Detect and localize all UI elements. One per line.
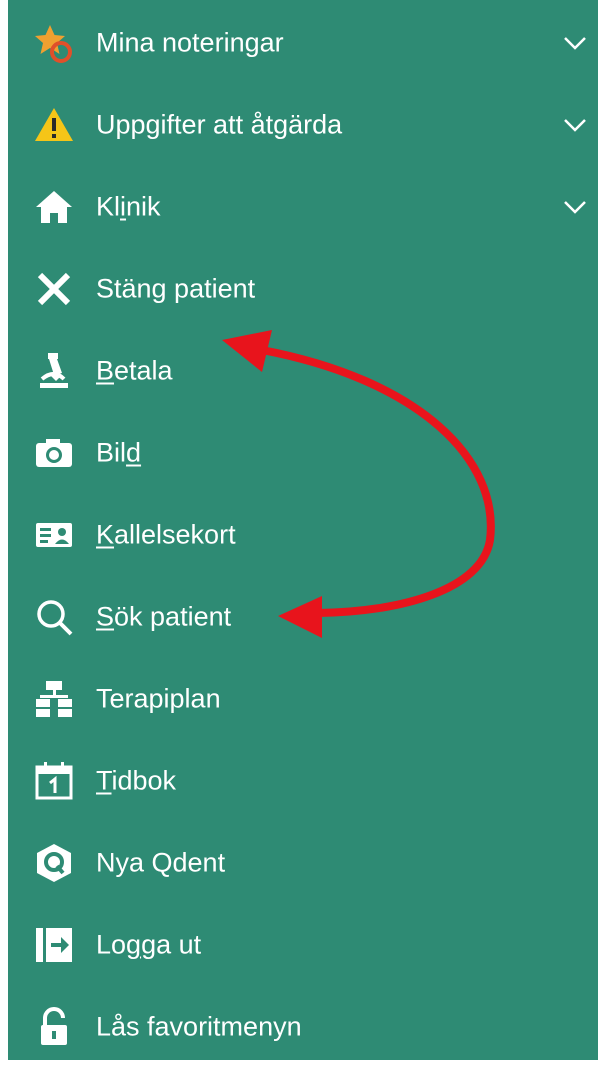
chevron-down-icon[interactable] [560,28,590,58]
home-icon [32,185,76,229]
menu-item-las-favoritmenyn[interactable]: Lås favoritmenyn [8,986,598,1068]
menu-label: Sök patient [96,601,232,632]
menu-label: Betala [96,355,173,386]
menu-item-sok-patient[interactable]: Sök patient [8,576,598,658]
menu-item-stang-patient[interactable]: Stäng patient [8,248,598,330]
menu-label: Kallelsekort [96,519,236,550]
menu-item-bild[interactable]: Bild [8,412,598,494]
menu-item-logga-ut[interactable]: Logga ut [8,904,598,986]
menu-item-uppgifter[interactable]: Uppgifter att åtgärda [8,84,598,166]
microscope-icon [32,349,76,393]
camera-icon [32,431,76,475]
star-note-icon [32,21,76,65]
unlock-icon [32,1005,76,1049]
menu-label: Uppgifter att åtgärda [96,109,343,140]
menu-label: Stäng patient [96,273,256,304]
menu-label: Terapiplan [96,683,221,714]
qdent-logo-icon [32,841,76,885]
logout-icon [32,923,76,967]
menu-item-tidbok[interactable]: Tidbok [8,740,598,822]
menu-label: Bild [96,437,142,468]
menu-item-terapiplan[interactable]: Terapiplan [8,658,598,740]
menu-item-betala[interactable]: Betala [8,330,598,412]
calendar-icon [32,759,76,803]
menu-label: Tidbok [96,765,177,796]
menu-label: Logga ut [96,929,202,960]
chevron-down-icon[interactable] [560,110,590,140]
search-icon [32,595,76,639]
menu-item-kallelsekort[interactable]: Kallelsekort [8,494,598,576]
menu-label: Lås favoritmenyn [96,1011,302,1042]
menu-item-nya-qdent[interactable]: Nya Qdent [8,822,598,904]
close-icon [32,267,76,311]
chevron-down-icon[interactable] [560,192,590,222]
hierarchy-icon [32,677,76,721]
favorites-menu-panel: Mina noteringar Uppgifter att åtgärda Kl… [8,0,598,1060]
id-card-icon [32,513,76,557]
menu-item-mina-noteringar[interactable]: Mina noteringar [8,2,598,84]
menu-item-klinik[interactable]: Klinik [8,166,598,248]
menu-label: Mina noteringar [96,27,284,58]
menu-label: Nya Qdent [96,847,226,878]
warning-icon [32,103,76,147]
menu-label: Klinik [96,191,161,222]
